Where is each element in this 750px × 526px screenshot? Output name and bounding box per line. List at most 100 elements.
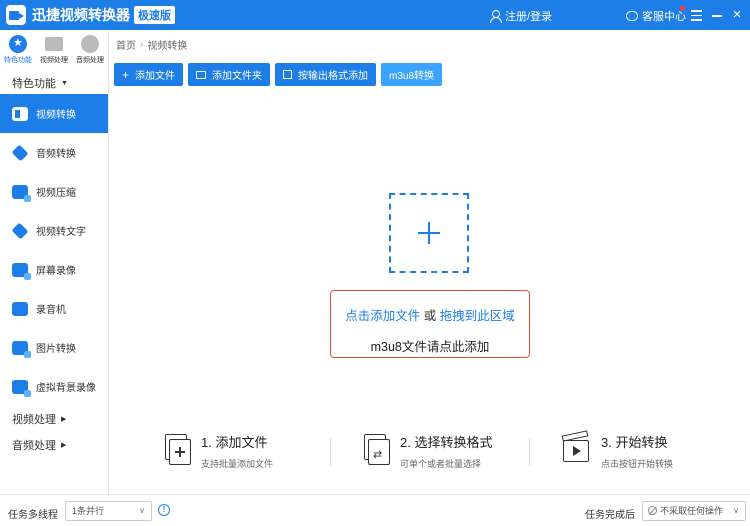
sidebar-item-label: 虚拟背景录像 xyxy=(36,383,96,394)
chevron-down-icon: ∨ xyxy=(733,506,739,515)
chevron-down-icon: ∨ xyxy=(139,506,145,515)
tab-featured-label: 特色功能 xyxy=(4,57,32,64)
sidebar: 特色功能 视频处理 音频处理 特色功能 ▼ 视频转换 音频转换 视频压缩 视频转… xyxy=(0,30,109,494)
step-subtitle: 支持批量添加文件 xyxy=(201,459,274,469)
video-to-text-icon xyxy=(11,222,29,239)
tab-video-processing[interactable]: 视频处理 xyxy=(36,35,72,72)
sidebar-item-video-to-text[interactable]: 视频转文字 xyxy=(0,211,108,250)
sidebar-item-label: 视频压缩 xyxy=(36,188,76,199)
step-add-file: 1. 添加文件 支持批量添加文件 xyxy=(159,432,273,470)
step-choose-format: ⇄ 2. 选择转换格式 可单个或者批量选择 xyxy=(358,432,492,470)
thread-select[interactable]: 1条并行 ∨ xyxy=(65,501,152,521)
login-label: 注册/登录 xyxy=(505,11,553,23)
section-audio-processing[interactable]: 音频处理 ▶ xyxy=(0,432,108,458)
convert-format-icon: ⇄ xyxy=(358,432,392,466)
video-compress-icon xyxy=(12,184,31,202)
section-featured[interactable]: 特色功能 ▼ xyxy=(0,72,108,94)
folder-icon xyxy=(196,70,207,79)
audio-convert-icon xyxy=(11,144,29,161)
drop-zone-add-button[interactable] xyxy=(389,193,469,273)
recorder-icon xyxy=(12,301,28,316)
sidebar-item-label: 图片转换 xyxy=(36,344,76,355)
service-label: 客服中心 xyxy=(642,11,686,23)
user-icon xyxy=(490,10,502,23)
step-subtitle: 点击按钮开始转换 xyxy=(601,459,674,469)
section-video-processing[interactable]: 视频处理 ▶ xyxy=(0,406,108,432)
sidebar-item-label: 视频转换 xyxy=(36,110,76,121)
toolbar: + 添加文件 添加文件夹 按输出格式添加 m3u8转换 xyxy=(114,63,447,86)
status-bar: 任务多线程 1条并行 ∨ ! 任务完成后 不采取任何操作 ∨ xyxy=(0,494,750,526)
virtual-background-icon xyxy=(12,379,31,397)
add-document-icon xyxy=(159,432,193,466)
add-file-label: 添加文件 xyxy=(135,71,176,82)
step-title: 2. 选择转换格式 xyxy=(400,435,493,450)
format-grid-icon xyxy=(283,70,293,79)
add-file-button[interactable]: + 添加文件 xyxy=(114,63,184,86)
or-text: 或 xyxy=(423,309,437,323)
tab-video-label: 视频处理 xyxy=(40,57,68,64)
clapperboard-icon xyxy=(559,430,593,466)
sidebar-item-label: 录音机 xyxy=(36,305,66,316)
step-subtitle: 可单个或者批量选择 xyxy=(400,459,482,469)
login-link[interactable]: 注册/登录 xyxy=(490,8,552,24)
customer-service-link[interactable]: 客服中心 xyxy=(626,8,686,24)
section-audio-label: 音频处理 xyxy=(12,440,56,452)
tab-audio-processing[interactable]: 音频处理 xyxy=(72,35,108,72)
after-complete-value: 不采取任何操作 xyxy=(660,506,724,516)
m3u8-convert-button[interactable]: m3u8转换 xyxy=(381,63,443,86)
section-featured-label: 特色功能 xyxy=(12,78,56,90)
disc-icon xyxy=(81,35,99,53)
click-add-file-link[interactable]: 点击添加文件 xyxy=(345,309,420,323)
close-button[interactable]: × xyxy=(729,7,745,23)
edition-badge: 极速版 xyxy=(134,6,175,24)
step-title: 3. 开始转换 xyxy=(601,435,668,450)
m3u8-add-link[interactable]: m3u8文件请点此添加 xyxy=(331,336,529,355)
after-complete-label: 任务完成后 xyxy=(585,510,635,521)
breadcrumb-home[interactable]: 首页 xyxy=(116,37,136,52)
sidebar-item-recorder[interactable]: 录音机 xyxy=(0,289,108,328)
sidebar-item-virtual-background[interactable]: 虚拟背景录像 xyxy=(0,367,108,406)
thread-value: 1条并行 xyxy=(72,506,105,516)
caret-right-icon: ▶ xyxy=(61,416,67,423)
add-by-format-label: 按输出格式添加 xyxy=(298,71,369,82)
notification-dot xyxy=(680,6,685,11)
section-video-label: 视频处理 xyxy=(12,414,56,426)
sidebar-item-audio-convert[interactable]: 音频转换 xyxy=(0,133,108,172)
title-bar: 迅捷视频转换器 极速版 注册/登录 客服中心 × xyxy=(0,0,750,30)
star-icon xyxy=(9,35,27,53)
sidebar-item-label: 视频转文字 xyxy=(36,227,86,238)
chevron-right-icon: › xyxy=(140,39,144,50)
plus-icon: + xyxy=(122,67,130,82)
steps-guide: 1. 添加文件 支持批量添加文件 ⇄ 2. 选择转换格式 可单个或者批量选择 3… xyxy=(155,430,695,472)
sidebar-item-label: 音频转换 xyxy=(36,149,76,160)
after-complete-select[interactable]: 不采取任何操作 ∨ xyxy=(642,501,746,521)
add-folder-label: 添加文件夹 xyxy=(212,71,263,82)
sidebar-item-image-convert[interactable]: 图片转换 xyxy=(0,328,108,367)
film-icon xyxy=(45,37,63,51)
minimize-button[interactable] xyxy=(709,7,725,23)
drag-here-link[interactable]: 拖拽到此区域 xyxy=(440,309,515,323)
step-divider xyxy=(529,438,530,466)
tab-featured[interactable]: 特色功能 xyxy=(0,35,36,72)
thread-label: 任务多线程 xyxy=(8,510,58,521)
drop-hint-line: 点击添加文件 或 拖拽到此区域 xyxy=(331,305,529,324)
menu-button[interactable] xyxy=(688,7,704,23)
step-start-convert: 3. 开始转换 点击按钮开始转换 xyxy=(559,430,674,470)
app-logo-icon xyxy=(6,5,26,25)
image-convert-icon xyxy=(12,340,31,358)
sidebar-item-video-compress[interactable]: 视频压缩 xyxy=(0,172,108,211)
tab-audio-label: 音频处理 xyxy=(76,57,104,64)
breadcrumb: 首页 › 视频转换 xyxy=(116,37,187,52)
step-divider xyxy=(330,438,331,466)
sidebar-top-tabs: 特色功能 视频处理 音频处理 xyxy=(0,30,108,72)
add-by-format-button[interactable]: 按输出格式添加 xyxy=(275,63,377,86)
add-folder-button[interactable]: 添加文件夹 xyxy=(188,63,271,86)
sidebar-item-screen-record[interactable]: 屏幕录像 xyxy=(0,250,108,289)
m3u8-label: m3u8转换 xyxy=(389,71,435,82)
screen-record-icon xyxy=(12,262,31,280)
app-title: 迅捷视频转换器 xyxy=(32,7,130,23)
info-icon[interactable]: ! xyxy=(158,504,170,516)
caret-right-icon: ▶ xyxy=(61,442,67,449)
breadcrumb-current: 视频转换 xyxy=(147,41,188,52)
sidebar-item-video-convert[interactable]: 视频转换 xyxy=(0,94,108,133)
